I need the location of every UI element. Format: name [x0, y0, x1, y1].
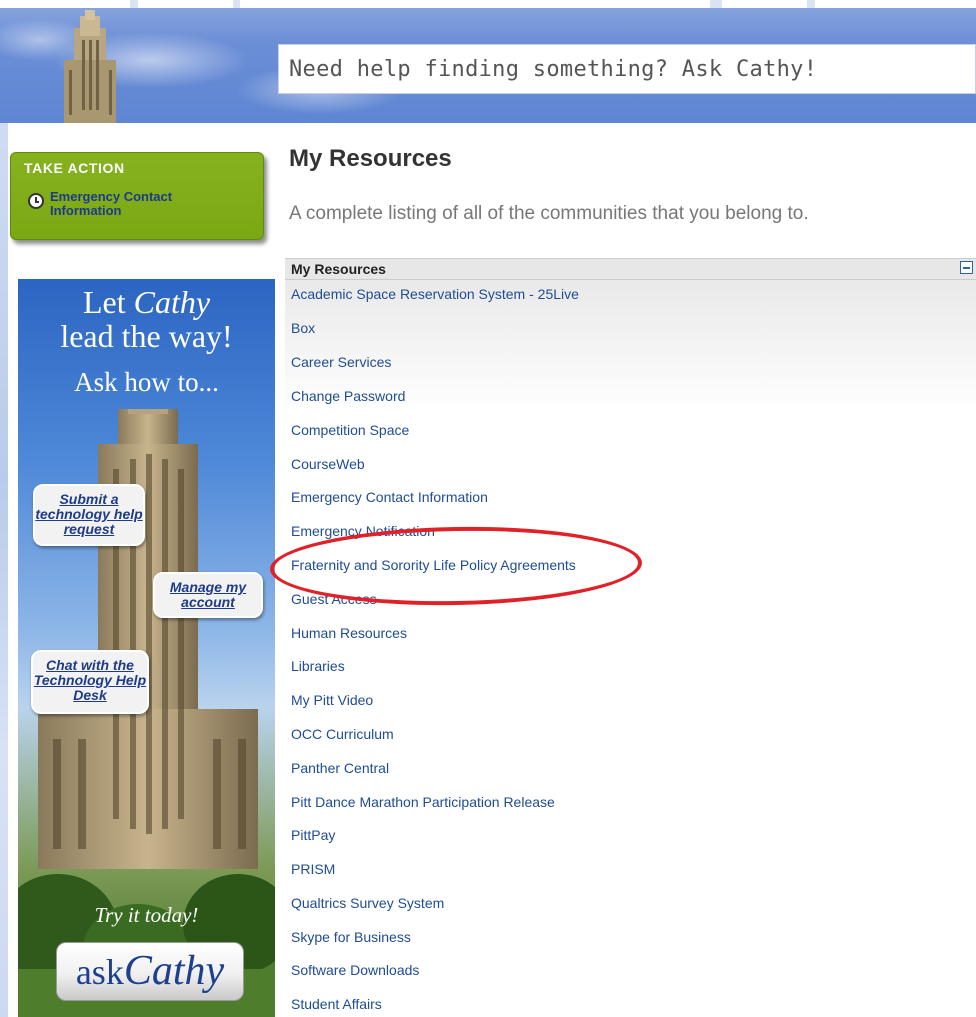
take-action-title: TAKE ACTION — [24, 160, 125, 176]
resource-link[interactable]: PRISM — [291, 861, 335, 877]
resource-link[interactable]: Pitt Dance Marathon Participation Releas… — [291, 794, 555, 810]
resources-list: Academic Space Reservation System - 25Li… — [285, 280, 976, 1017]
resource-link[interactable]: Career Services — [291, 354, 391, 370]
resource-link[interactable]: Skype for Business — [291, 929, 411, 945]
list-item[interactable]: Academic Space Reservation System - 25Li… — [291, 286, 579, 302]
ask-cathy-ad[interactable]: Let Cathy lead the way! Ask how to... Su… — [18, 279, 275, 1017]
resource-link[interactable]: Emergency Contact Information — [291, 489, 488, 505]
take-action-panel: TAKE ACTION Emergency Contact Informatio… — [10, 152, 264, 240]
resource-link[interactable]: Panther Central — [291, 760, 389, 776]
manage-account-bubble[interactable]: Manage my account — [153, 572, 263, 618]
resource-link[interactable]: PittPay — [291, 827, 335, 843]
emergency-contact-link[interactable]: Emergency Contact Information — [50, 190, 215, 218]
submit-help-request-bubble[interactable]: Submit a technology help request — [33, 484, 145, 546]
list-item[interactable]: Guest Access — [291, 591, 377, 607]
list-item[interactable]: Competition Space — [291, 422, 409, 438]
resource-link[interactable]: Software Downloads — [291, 962, 419, 978]
list-item[interactable]: OCC Curriculum — [291, 726, 394, 742]
resource-link[interactable]: Human Resources — [291, 625, 407, 641]
ask-cathy-search[interactable]: Need help finding something? Ask Cathy! — [278, 44, 976, 94]
header-banner: Need help finding something? Ask Cathy! — [0, 0, 976, 123]
try-it-today-text: Try it today! — [94, 903, 199, 927]
resource-link[interactable]: OCC Curriculum — [291, 726, 394, 742]
resource-link[interactable]: My Pitt Video — [291, 692, 373, 708]
list-item[interactable]: My Pitt Video — [291, 692, 373, 708]
list-item[interactable]: PRISM — [291, 861, 335, 877]
list-item[interactable]: Student Affairs — [291, 996, 382, 1012]
resource-link[interactable]: CourseWeb — [291, 456, 365, 472]
list-item[interactable]: Emergency Contact Information — [291, 489, 488, 505]
resource-link[interactable]: Academic Space Reservation System - 25Li… — [291, 286, 579, 302]
cathedral-tower-image — [64, 10, 116, 123]
list-item[interactable]: Box — [291, 320, 315, 336]
top-strip — [0, 0, 976, 8]
minus-square-icon[interactable] — [960, 261, 973, 274]
resource-link[interactable]: Guest Access — [291, 591, 377, 607]
list-item[interactable]: Change Password — [291, 388, 405, 404]
resource-link[interactable]: Student Affairs — [291, 996, 382, 1012]
page-title: My Resources — [289, 145, 452, 172]
left-edge-decoration — [0, 123, 8, 1017]
chat-help-desk-bubble[interactable]: Chat with the Technology Help Desk — [31, 650, 149, 714]
page-subtitle: A complete listing of all of the communi… — [289, 203, 809, 224]
list-item[interactable]: Panther Central — [291, 760, 389, 776]
ad-headline: Let Cathy lead the way! Ask how to... — [60, 284, 233, 397]
resources-panel-header: My Resources — [285, 258, 976, 280]
list-item[interactable]: Career Services — [291, 354, 391, 370]
clock-icon — [28, 193, 44, 209]
list-item[interactable]: Software Downloads — [291, 962, 419, 978]
list-item[interactable]: Emergency Notification — [291, 523, 435, 539]
resource-link[interactable]: Fraternity and Sorority Life Policy Agre… — [291, 557, 576, 573]
ask-cathy-button[interactable]: ask Cathy — [56, 942, 244, 1001]
resources-panel-title: My Resources — [291, 261, 386, 277]
resource-link[interactable]: Emergency Notification — [291, 523, 435, 539]
list-item[interactable]: Fraternity and Sorority Life Policy Agre… — [291, 557, 576, 573]
list-item[interactable]: Skype for Business — [291, 929, 411, 945]
resource-link[interactable]: Libraries — [291, 658, 345, 674]
resource-link[interactable]: Competition Space — [291, 422, 409, 438]
list-item[interactable]: CourseWeb — [291, 456, 365, 472]
list-item[interactable]: PittPay — [291, 827, 335, 843]
list-item[interactable]: Qualtrics Survey System — [291, 895, 444, 911]
resource-link[interactable]: Qualtrics Survey System — [291, 895, 444, 911]
list-item[interactable]: Human Resources — [291, 625, 407, 641]
take-action-item[interactable]: Emergency Contact Information — [28, 190, 215, 218]
list-item[interactable]: Pitt Dance Marathon Participation Releas… — [291, 794, 555, 810]
ask-cathy-placeholder: Need help finding something? Ask Cathy! — [289, 56, 818, 82]
resource-link[interactable]: Box — [291, 320, 315, 336]
resource-link[interactable]: Change Password — [291, 388, 405, 404]
list-item[interactable]: Libraries — [291, 658, 345, 674]
